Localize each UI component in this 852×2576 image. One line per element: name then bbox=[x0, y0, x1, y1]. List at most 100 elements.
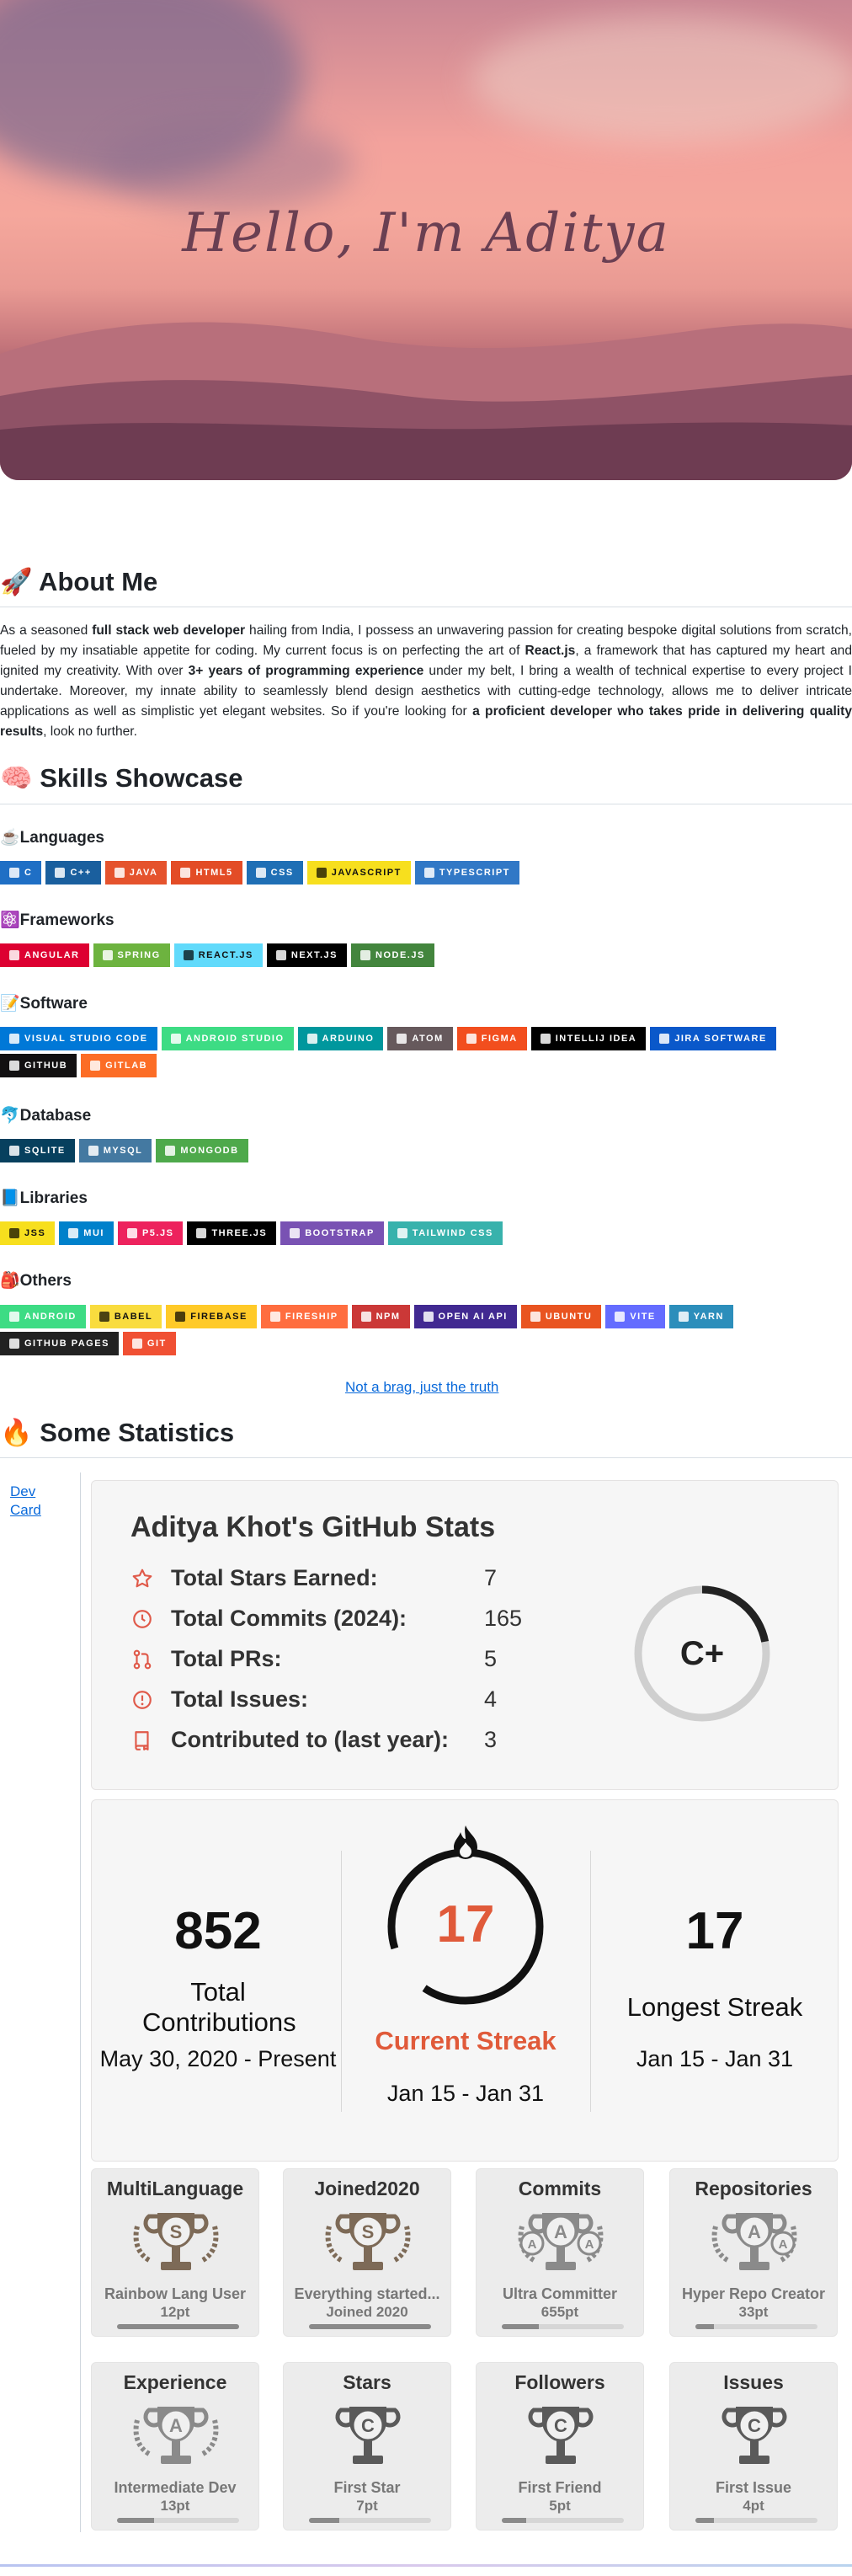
stat-label: Total PRs: bbox=[171, 1646, 282, 1671]
badge-logo-icon bbox=[423, 868, 434, 878]
trophy-progress-bar bbox=[695, 2324, 817, 2329]
category-title: 🐬Database bbox=[0, 1107, 92, 1125]
trophy-grade: S bbox=[170, 2221, 183, 2242]
trophy-title: Issues bbox=[723, 2371, 784, 2393]
trophy-progress-bar bbox=[502, 2324, 624, 2329]
trophy-progress-fill bbox=[117, 2324, 239, 2329]
badge-logo-icon bbox=[9, 1034, 19, 1044]
stat-value: 3 bbox=[484, 1727, 498, 1752]
badge-label: YARN bbox=[693, 1312, 724, 1322]
trophy-grade: A bbox=[748, 2221, 761, 2242]
badge-label: THREE.JS bbox=[211, 1228, 268, 1238]
badge-label: MUI bbox=[83, 1228, 104, 1238]
trophy-card: Followers C First Friend 5pt bbox=[476, 2362, 644, 2531]
dev-card-link[interactable]: Dev Card bbox=[10, 1483, 52, 1520]
badge-logo-icon bbox=[275, 950, 286, 960]
stat-row: Contributed to (last year): 3 bbox=[130, 1727, 497, 1753]
badge-label: NEXT.JS bbox=[290, 950, 338, 960]
grade-ring: C+ bbox=[634, 1585, 770, 1722]
badge-logo-icon bbox=[540, 1034, 551, 1044]
trophy-progress-fill bbox=[117, 2518, 154, 2523]
divider bbox=[0, 2564, 852, 2567]
skill-badge: JSS bbox=[0, 1221, 56, 1245]
divider bbox=[590, 1851, 591, 2112]
badge-logo-icon bbox=[9, 1228, 19, 1238]
skill-badge: C bbox=[0, 861, 42, 884]
badge-label: ANDROID bbox=[24, 1312, 77, 1322]
skill-badge: ARDUINO bbox=[297, 1027, 384, 1050]
badge-label: BOOTSTRAP bbox=[305, 1228, 375, 1238]
badge-label: ANDROID STUDIO bbox=[185, 1034, 285, 1044]
badge-label: VISUAL STUDIO CODE bbox=[24, 1034, 148, 1044]
trophy-icon: S bbox=[133, 2213, 219, 2270]
stat-value: 165 bbox=[484, 1606, 523, 1631]
badge-label: NODE.JS bbox=[375, 950, 425, 960]
badge-logo-icon bbox=[68, 1228, 79, 1238]
badge-list: ANDROID BABEL FIREBASE FIRESHIP NPM OPEN AI A… bbox=[0, 1305, 852, 1355]
trophy-icon: C bbox=[528, 2407, 594, 2464]
badge-logo-icon bbox=[397, 1034, 407, 1044]
skill-badge: JAVA bbox=[104, 861, 168, 884]
total-range: May 30, 2020 - Present bbox=[99, 2046, 337, 2071]
badge-label: ANGULAR bbox=[24, 950, 80, 960]
trophy-points: 655pt bbox=[540, 2304, 579, 2320]
hero-title: Hello, I'm Aditya bbox=[182, 202, 670, 265]
badge-label: FIRESHIP bbox=[285, 1312, 338, 1322]
badge-logo-icon bbox=[90, 1061, 101, 1071]
trophy-name: First Star bbox=[333, 2479, 401, 2496]
trophy-icon: A bbox=[133, 2407, 219, 2464]
badge-logo-icon bbox=[9, 1146, 19, 1156]
trophy-progress-fill bbox=[695, 2324, 714, 2329]
stat-value: 5 bbox=[484, 1646, 498, 1671]
about-text: As a seasoned bbox=[0, 623, 93, 638]
badge-logo-icon bbox=[131, 1339, 142, 1349]
cloud bbox=[471, 17, 852, 143]
category-title: ⚛️Frameworks bbox=[0, 911, 114, 929]
streak-card: 852 Total Contributions May 30, 2020 - P… bbox=[91, 1799, 839, 2162]
badge-logo-icon bbox=[180, 868, 191, 878]
badge-label: MONGODB bbox=[180, 1146, 239, 1156]
dev-card-column: Dev Card bbox=[0, 1472, 81, 2532]
trophy-progress-bar bbox=[117, 2324, 239, 2329]
trophy-progress-bar bbox=[309, 2324, 431, 2329]
badge-logo-icon bbox=[88, 1146, 99, 1156]
badge-label: JIRA SOFTWARE bbox=[674, 1034, 767, 1044]
trophy-points: 5pt bbox=[549, 2498, 571, 2514]
about-text: , look no further. bbox=[43, 724, 137, 739]
badge-logo-icon bbox=[678, 1312, 689, 1322]
trophy-name: Everything started... bbox=[294, 2285, 440, 2302]
trophy-icon: C bbox=[335, 2407, 401, 2464]
skill-badge: CSS bbox=[246, 861, 303, 884]
trophy-title: Repositories bbox=[695, 2178, 812, 2199]
skill-badge: MUI bbox=[59, 1221, 114, 1245]
trophy-title: Followers bbox=[514, 2371, 605, 2393]
about-emphasis: full stack web developer bbox=[92, 623, 246, 638]
badge-logo-icon bbox=[360, 950, 371, 960]
trophy-icon: S bbox=[325, 2213, 411, 2270]
stat-row: Total PRs: 5 bbox=[130, 1646, 497, 1672]
clock-icon bbox=[130, 1607, 154, 1631]
skill-badge: GITHUB bbox=[0, 1054, 77, 1077]
trophy-card: Stars C First Star 7pt bbox=[283, 2362, 451, 2531]
brag-link[interactable]: Not a brag, just the truth bbox=[345, 1379, 498, 1396]
trophy-icon: C bbox=[722, 2407, 787, 2464]
trophy-grade: C bbox=[361, 2415, 375, 2436]
badge-logo-icon bbox=[9, 950, 19, 960]
about-paragraph: As a seasoned full stack web developer h… bbox=[0, 621, 852, 742]
skill-badge: GIT bbox=[122, 1332, 176, 1355]
badge-label: ATOM bbox=[412, 1034, 444, 1044]
badge-logo-icon bbox=[196, 1228, 207, 1238]
trophy-icon: A A bbox=[711, 2213, 797, 2270]
category-title: ☕Languages bbox=[0, 829, 104, 847]
skill-badge: SPRING bbox=[93, 943, 170, 967]
github-stats-card: Aditya Khot's GitHub Stats Total Stars E… bbox=[91, 1480, 839, 1790]
about-emphasis: 3+ years of programming experience bbox=[188, 664, 424, 678]
skill-badge: SQLITE bbox=[0, 1139, 75, 1162]
stat-label: Total Issues: bbox=[171, 1686, 309, 1712]
badge-logo-icon bbox=[316, 868, 327, 878]
skill-badge: JAVASCRIPT bbox=[306, 861, 411, 884]
badge-label: C bbox=[24, 868, 33, 878]
badge-logo-icon bbox=[423, 1312, 434, 1322]
badge-label: ARDUINO bbox=[322, 1034, 375, 1044]
trophy-points: Joined 2020 bbox=[326, 2304, 408, 2320]
